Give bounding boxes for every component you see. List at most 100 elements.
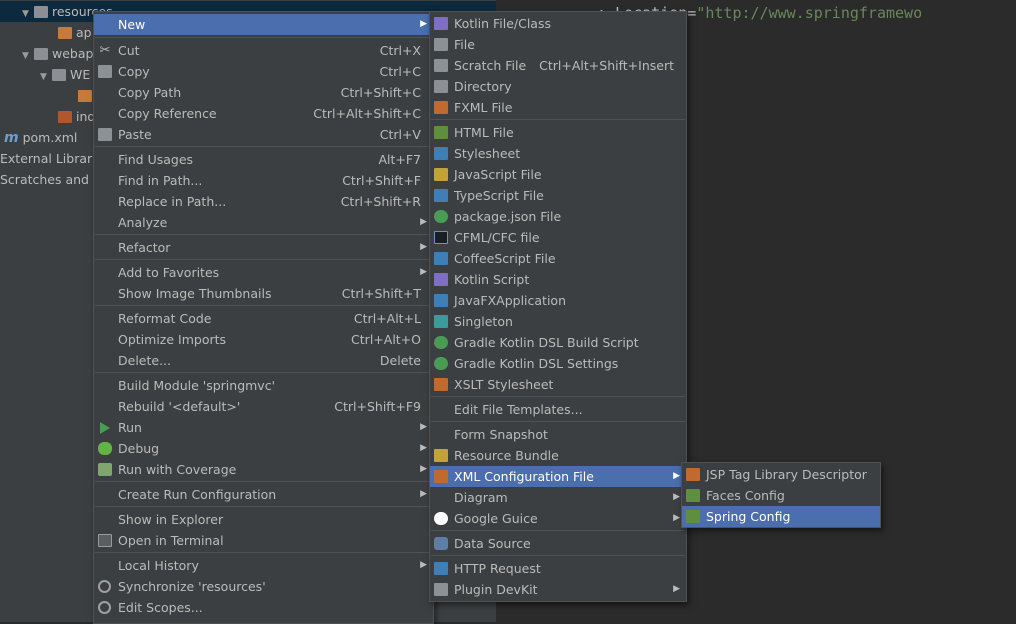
menu-item-create-run-configuration[interactable]: Create Run Configuration ▶ bbox=[94, 484, 433, 505]
menu-item-label: Directory bbox=[454, 79, 512, 94]
new-menu-item-gradle-kotlin-dsl-settings[interactable]: Gradle Kotlin DSL Settings bbox=[430, 353, 686, 374]
menu-separator bbox=[95, 305, 432, 306]
kotlin-script-icon bbox=[434, 273, 448, 286]
folder-icon bbox=[34, 48, 48, 60]
new-menu-item-package-json-file[interactable]: package.json File bbox=[430, 206, 686, 227]
scratch-file-icon bbox=[434, 59, 448, 72]
datasource-icon bbox=[434, 537, 448, 550]
new-menu-item-stylesheet[interactable]: Stylesheet bbox=[430, 143, 686, 164]
menu-item-add-to-favorites[interactable]: Add to Favorites ▶ bbox=[94, 262, 433, 283]
google-icon bbox=[434, 512, 448, 525]
new-menu-item-http-request[interactable]: HTTP Request bbox=[430, 558, 686, 579]
new-menu-item-coffeescript-file[interactable]: CoffeeScript File bbox=[430, 248, 686, 269]
menu-item-show-in-explorer[interactable]: Show in Explorer bbox=[94, 509, 433, 530]
xml-menu-item-spring-config[interactable]: Spring Config bbox=[682, 506, 880, 527]
new-menu-item-xml-configuration-file[interactable]: XML Configuration File ▶ bbox=[430, 466, 686, 487]
tree-item-webapp[interactable]: ▼ webap bbox=[22, 43, 93, 64]
new-menu-item-google-guice[interactable]: Google Guice ▶ bbox=[430, 508, 686, 529]
menu-item-analyze[interactable]: Analyze ▶ bbox=[94, 212, 433, 233]
menu-item-label: Add to Favorites bbox=[118, 265, 220, 280]
xml-configuration-submenu: JSP Tag Library Descriptor Faces Config Sp… bbox=[681, 462, 881, 528]
menu-item-label: Stylesheet bbox=[454, 146, 521, 161]
menu-item-new[interactable]: New ▶ bbox=[94, 14, 433, 35]
new-menu-item-diagram[interactable]: Diagram ▶ bbox=[430, 487, 686, 508]
new-menu-item-form-snapshot[interactable]: Form Snapshot bbox=[430, 424, 686, 445]
menu-item-label: TypeScript File bbox=[454, 188, 544, 203]
expand-arrow-icon[interactable]: ▼ bbox=[40, 67, 52, 88]
resource-bundle-icon bbox=[434, 449, 448, 462]
menu-item-label: Edit File Templates... bbox=[454, 402, 583, 417]
expand-arrow-icon[interactable]: ▼ bbox=[22, 46, 34, 67]
new-menu-item-html-file[interactable]: HTML File bbox=[430, 122, 686, 143]
new-menu-item-resource-bundle[interactable]: Resource Bundle bbox=[430, 445, 686, 466]
menu-item-delete[interactable]: Delete... Delete bbox=[94, 350, 433, 371]
tree-item-app-xml[interactable]: ap bbox=[58, 22, 92, 43]
menu-item-label: Kotlin Script bbox=[454, 272, 530, 287]
menu-item-optimize-imports[interactable]: Optimize Imports Ctrl+Alt+O bbox=[94, 329, 433, 350]
new-menu-item-kotlin-file-class[interactable]: Kotlin File/Class bbox=[430, 13, 686, 34]
menu-item-find-in-path[interactable]: Find in Path... Ctrl+Shift+F bbox=[94, 170, 433, 191]
xml-menu-item-faces-config[interactable]: Faces Config bbox=[682, 485, 880, 506]
menu-item-synchronize-resources[interactable]: Synchronize 'resources' bbox=[94, 576, 433, 597]
menu-item-open-in-terminal[interactable]: Open in Terminal bbox=[94, 530, 433, 551]
tree-item-scratches[interactable]: Scratches and C bbox=[0, 169, 102, 190]
menu-item-copy-reference[interactable]: Copy Reference Ctrl+Alt+Shift+C bbox=[94, 103, 433, 124]
menu-item-refactor[interactable]: Refactor ▶ bbox=[94, 237, 433, 258]
new-menu-item-cfml-cfc-file[interactable]: CFML/CFC file bbox=[430, 227, 686, 248]
javafx-icon bbox=[434, 294, 448, 307]
tree-item-web-inf[interactable]: ▼ WE bbox=[40, 64, 90, 85]
menu-item-build-module-springmvc[interactable]: Build Module 'springmvc' bbox=[94, 375, 433, 396]
menu-item-label: Cut bbox=[118, 43, 140, 58]
new-menu-item-file[interactable]: File bbox=[430, 34, 686, 55]
new-menu-item-scratch-file[interactable]: Scratch File Ctrl+Alt+Shift+Insert bbox=[430, 55, 686, 76]
new-menu-item-edit-file-templates[interactable]: Edit File Templates... bbox=[430, 399, 686, 420]
menu-item-reformat-code[interactable]: Reformat Code Ctrl+Alt+L bbox=[94, 308, 433, 329]
menu-item-shortcut: Alt+F7 bbox=[378, 152, 421, 167]
tree-item-label: ap bbox=[76, 25, 92, 40]
menu-item-rebuild-default[interactable]: Rebuild '<default>' Ctrl+Shift+F9 bbox=[94, 396, 433, 417]
xml-menu-item-jsp-tag-library-descriptor[interactable]: JSP Tag Library Descriptor bbox=[682, 464, 880, 485]
menu-item-find-usages[interactable]: Find Usages Alt+F7 bbox=[94, 149, 433, 170]
tree-item-pom-xml[interactable]: m pom.xml bbox=[4, 127, 77, 148]
menu-item-paste[interactable]: Paste Ctrl+V bbox=[94, 124, 433, 145]
new-menu-item-xslt-stylesheet[interactable]: XSLT Stylesheet bbox=[430, 374, 686, 395]
new-menu-item-javascript-file[interactable]: JavaScript File bbox=[430, 164, 686, 185]
menu-item-label: Spring Config bbox=[706, 509, 791, 524]
menu-item-label: Show Image Thumbnails bbox=[118, 286, 272, 301]
menu-separator bbox=[95, 37, 432, 38]
menu-item-label: Reformat Code bbox=[118, 311, 212, 326]
new-menu-item-kotlin-script[interactable]: Kotlin Script bbox=[430, 269, 686, 290]
new-menu-item-singleton[interactable]: Singleton bbox=[430, 311, 686, 332]
menu-item-run-with-coverage[interactable]: Run with Coverage ▶ bbox=[94, 459, 433, 480]
nodejs-icon bbox=[434, 210, 448, 223]
menu-item-run[interactable]: Run ▶ bbox=[94, 417, 433, 438]
menu-item-label: Run bbox=[118, 420, 142, 435]
tree-item-external-libraries[interactable]: External Librari bbox=[0, 148, 96, 169]
menu-item-debug[interactable]: Debug ▶ bbox=[94, 438, 433, 459]
menu-item-local-history[interactable]: Local History ▶ bbox=[94, 555, 433, 576]
submenu-arrow-icon: ▶ bbox=[673, 471, 680, 481]
menu-item-copy-path[interactable]: Copy Path Ctrl+Shift+C bbox=[94, 82, 433, 103]
xml-file-icon bbox=[78, 90, 92, 102]
new-menu-item-data-source[interactable]: Data Source bbox=[430, 533, 686, 554]
submenu-arrow-icon: ▶ bbox=[420, 489, 427, 499]
expand-arrow-icon[interactable]: ▼ bbox=[22, 4, 34, 25]
new-menu-item-javafxapplication[interactable]: JavaFXApplication bbox=[430, 290, 686, 311]
new-menu-item-plugin-devkit[interactable]: Plugin DevKit ▶ bbox=[430, 579, 686, 600]
new-menu-item-directory[interactable]: Directory bbox=[430, 76, 686, 97]
menu-item-edit-scopes[interactable]: Edit Scopes... bbox=[94, 597, 433, 618]
new-menu-item-fxml-file[interactable]: FXML File bbox=[430, 97, 686, 118]
tree-item-index-jsp[interactable]: ind bbox=[58, 106, 95, 127]
menu-item-cut[interactable]: ✂ Cut Ctrl+X bbox=[94, 40, 433, 61]
menu-separator bbox=[95, 146, 432, 147]
menu-item-label: Rebuild '<default>' bbox=[118, 399, 241, 414]
menu-separator bbox=[431, 119, 685, 120]
menu-separator bbox=[431, 421, 685, 422]
new-menu-item-typescript-file[interactable]: TypeScript File bbox=[430, 185, 686, 206]
menu-item-shortcut: Ctrl+Shift+F9 bbox=[334, 399, 421, 414]
new-menu-item-gradle-kotlin-dsl-build-script[interactable]: Gradle Kotlin DSL Build Script bbox=[430, 332, 686, 353]
menu-item-copy[interactable]: Copy Ctrl+C bbox=[94, 61, 433, 82]
menu-item-replace-in-path[interactable]: Replace in Path... Ctrl+Shift+R bbox=[94, 191, 433, 212]
menu-item-show-image-thumbnails[interactable]: Show Image Thumbnails Ctrl+Shift+T bbox=[94, 283, 433, 304]
jsp-file-icon bbox=[58, 111, 72, 123]
